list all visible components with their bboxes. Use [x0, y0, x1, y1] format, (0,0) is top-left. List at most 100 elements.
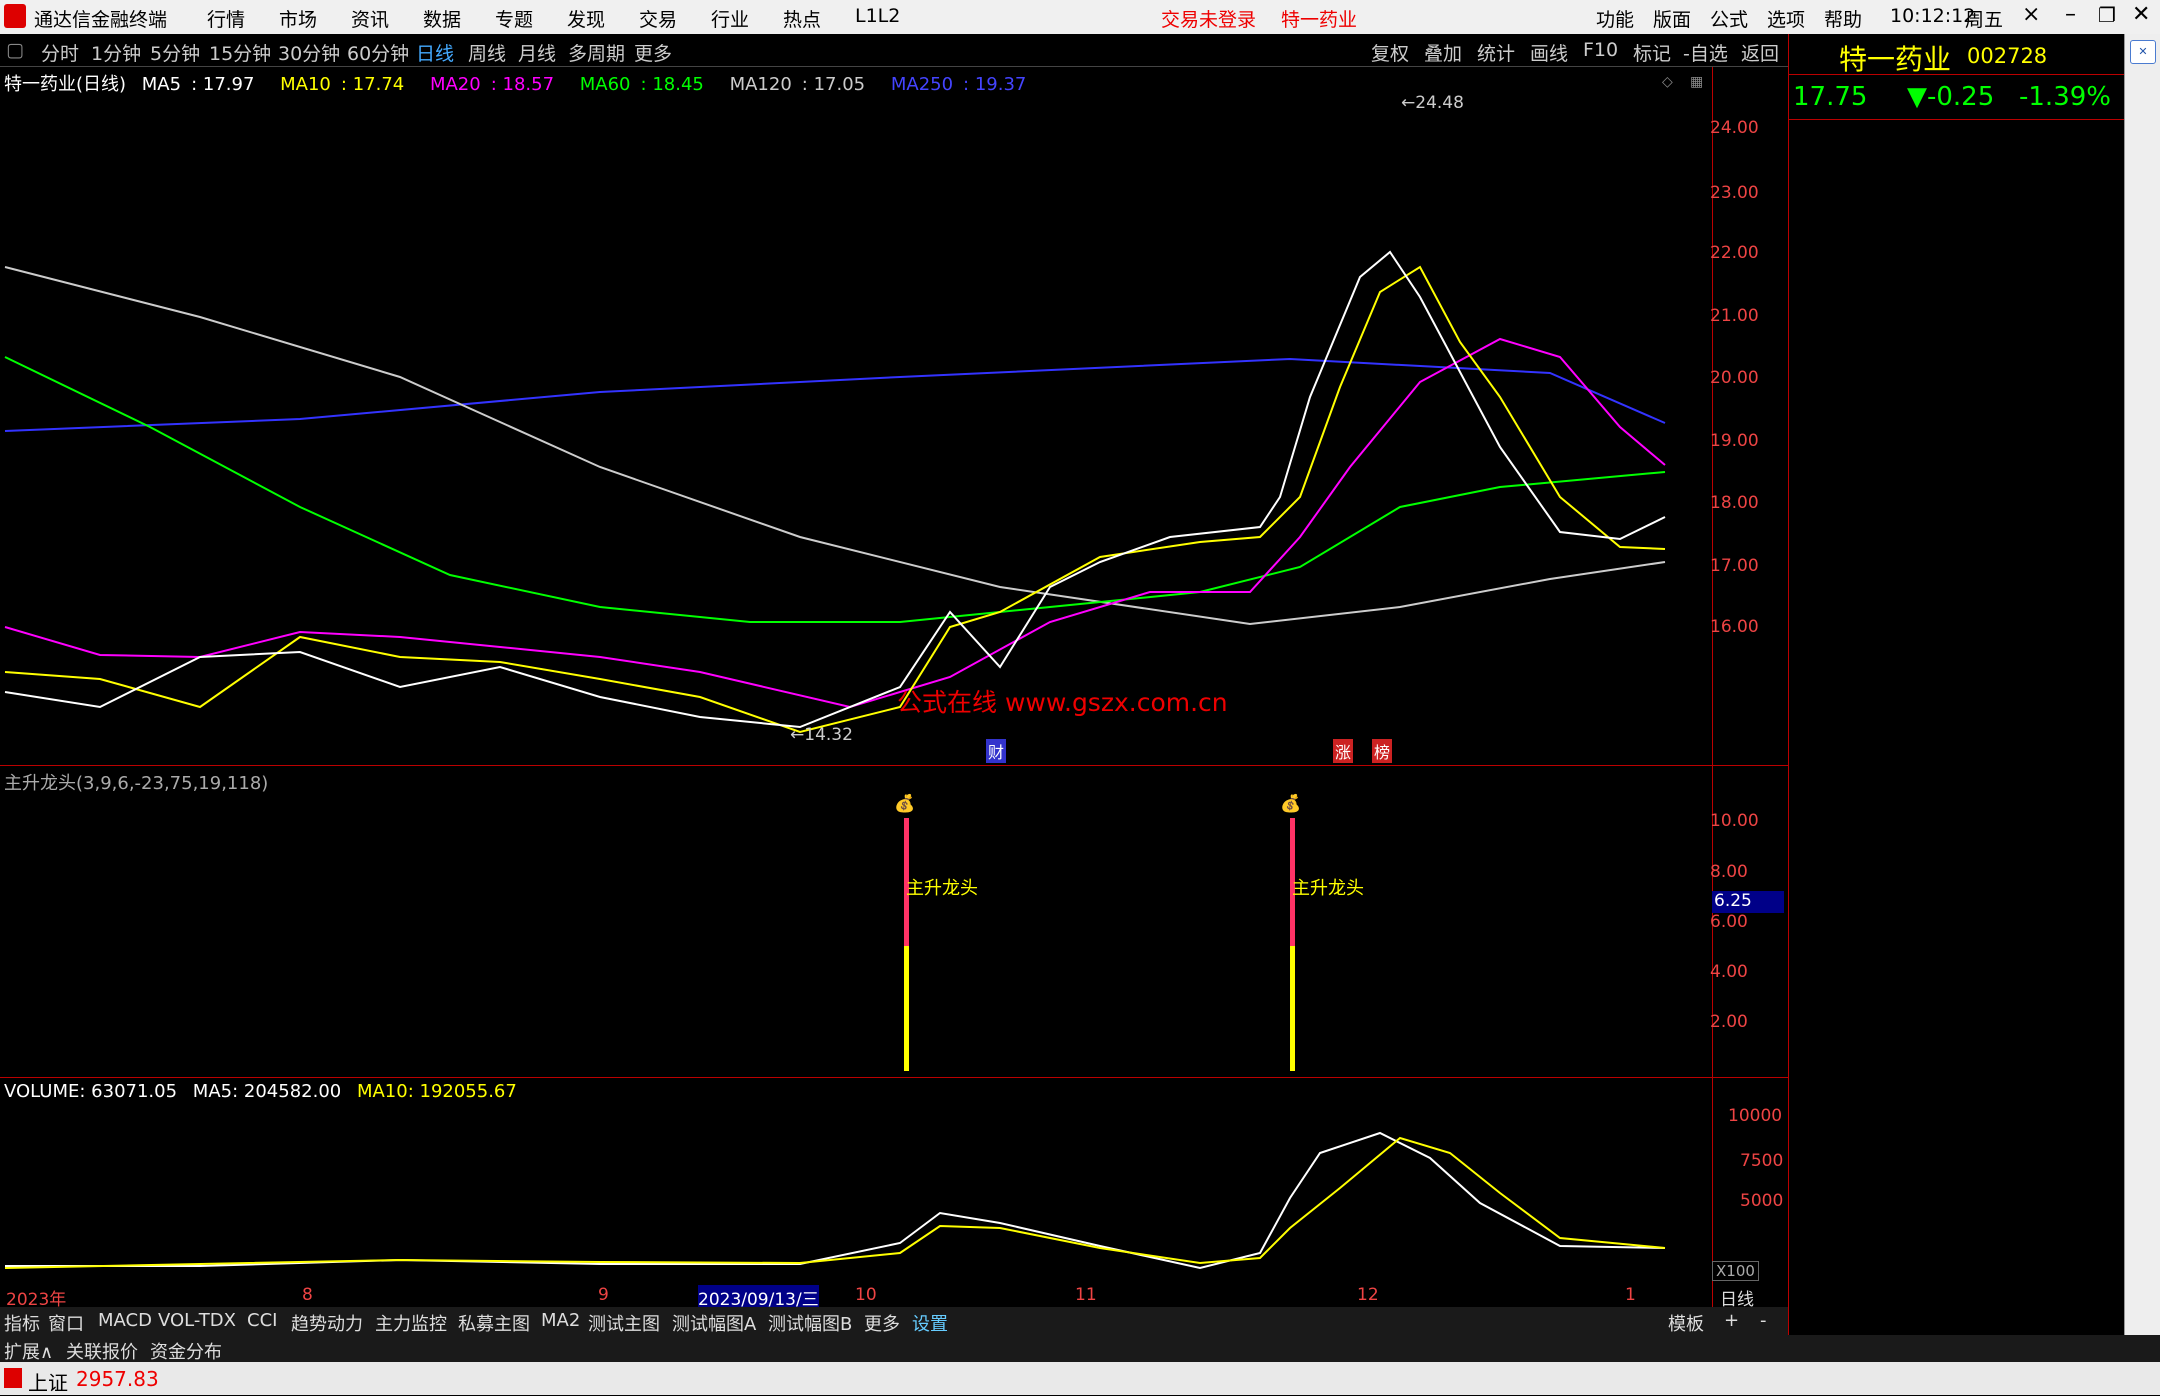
y-tick: 18.00 — [1710, 493, 1759, 513]
app-title: 通达信金融终端 — [34, 9, 168, 31]
period-tick[interactable]: 分时 — [41, 39, 79, 66]
period-weekly[interactable]: 周线 — [468, 39, 506, 66]
restore-window-icon[interactable]: ❐ — [2098, 3, 2116, 27]
volume-unit: X100 — [1712, 1261, 1759, 1281]
quote-pct: -1.39% — [2019, 82, 2111, 112]
period-5min[interactable]: 5分钟 — [150, 39, 200, 66]
app-logo-icon — [4, 4, 26, 28]
marker-rank[interactable]: 榜 — [1372, 739, 1393, 763]
tab-test-main[interactable]: 测试主图 — [588, 1310, 660, 1336]
ma250-line — [4, 357, 1666, 432]
info-tabs: 扩展∧ 关联报价 资金分布 — [0, 1335, 2160, 1364]
tab-private-main[interactable]: 私募主图 — [458, 1310, 530, 1336]
title-bar: 通达信金融终端 行情 市场 资讯 数据 专题 发现 交易 行业 热点 L1L2 … — [0, 0, 2160, 34]
tab-remove[interactable]: - — [1760, 1310, 1767, 1331]
action-stats[interactable]: 统计 — [1477, 39, 1515, 66]
menu-news[interactable]: 资讯 — [351, 5, 389, 32]
trade-status[interactable]: 交易未登录 — [1161, 5, 1256, 32]
menu-industry[interactable]: 行业 — [711, 5, 749, 32]
tab-add[interactable]: + — [1724, 1310, 1739, 1331]
tab-cci[interactable]: CCI — [247, 1310, 277, 1331]
menu-market[interactable]: 市场 — [279, 5, 317, 32]
signal-label: 主升龙头 — [1292, 878, 1364, 899]
menu-data[interactable]: 数据 — [423, 5, 461, 32]
index-sh-value: 2957.83 — [76, 1367, 159, 1391]
tab-more[interactable]: 更多 — [864, 1310, 900, 1336]
price-chart[interactable]: 特一药业(日线) MA5: 17.97 MA10: 17.74 MA20: 18… — [0, 67, 1788, 765]
tab-macd[interactable]: MACD — [98, 1310, 152, 1331]
minimize-window-icon[interactable]: – — [2065, 2, 2076, 27]
indicator-canvas — [904, 818, 1295, 1071]
action-watchlist[interactable]: -自选 — [1683, 39, 1728, 66]
signal-label: 主升龙头 — [906, 878, 978, 899]
period-15min[interactable]: 15分钟 — [209, 39, 271, 66]
volume-pane[interactable]: VOLUME: 63071.05 MA5: 204582.00 MA10: 19… — [0, 1077, 1788, 1308]
index-sh-name[interactable]: 上证 — [28, 1367, 68, 1396]
tab-vol-tdx[interactable]: VOL-TDX — [158, 1310, 236, 1331]
menu-layout[interactable]: 版面 — [1653, 5, 1691, 32]
menu-hot[interactable]: 热点 — [783, 5, 821, 32]
ma120-line — [4, 266, 1666, 626]
menu-function[interactable]: 功能 — [1596, 5, 1634, 32]
tab-trend-power[interactable]: 趋势动力 — [291, 1310, 363, 1336]
y-tick: 21.00 — [1710, 306, 1759, 326]
indicator-current-value: 6.25 — [1712, 891, 1784, 913]
period-1min[interactable]: 1分钟 — [91, 39, 141, 66]
y-tick: 10000 — [1728, 1106, 1783, 1126]
tab-fund-distribution[interactable]: 资金分布 — [150, 1338, 222, 1364]
action-back[interactable]: 返回 — [1741, 39, 1779, 66]
price-chart-canvas — [4, 250, 1666, 734]
date-label: 9 — [598, 1285, 609, 1305]
action-draw[interactable]: 画线 — [1530, 39, 1568, 66]
chart-diamond-icon[interactable]: ◇ — [1662, 74, 1673, 90]
high-price-label: ←24.48 — [1401, 93, 1464, 113]
menu-l1l2[interactable]: L1L2 — [855, 5, 900, 27]
chart-grid-icon[interactable]: ▦ — [1690, 74, 1703, 90]
y-tick: 19.00 — [1710, 431, 1759, 451]
marker-finance[interactable]: 财 — [986, 739, 1007, 763]
y-tick: 4.00 — [1710, 962, 1748, 982]
tab-test-sub-b[interactable]: 测试幅图B — [768, 1310, 852, 1336]
menu-discover[interactable]: 发现 — [567, 5, 605, 32]
tab-template[interactable]: 模板 — [1668, 1310, 1704, 1336]
period-30min[interactable]: 30分钟 — [278, 39, 340, 66]
menu-quote[interactable]: 行情 — [207, 5, 245, 32]
period-more[interactable]: 更多 — [634, 39, 672, 66]
period-daily[interactable]: 日线 — [416, 39, 454, 66]
menu-trade[interactable]: 交易 — [639, 5, 677, 32]
menu-formula[interactable]: 公式 — [1710, 5, 1748, 32]
date-label: 1 — [1625, 1285, 1636, 1305]
tab-window[interactable]: 窗口 — [48, 1310, 84, 1336]
ma60-line — [4, 356, 1666, 623]
close-window-icon[interactable]: ✕ — [2132, 2, 2150, 27]
period-60min[interactable]: 60分钟 — [347, 39, 409, 66]
minimize-icon[interactable]: ⨯ — [2022, 2, 2040, 27]
title-stock-name: 特一药业 — [1281, 9, 1358, 31]
action-f10[interactable]: F10 — [1583, 39, 1618, 61]
period-monthly[interactable]: 月线 — [518, 39, 556, 66]
close-panel-icon[interactable]: ✕ — [2130, 40, 2156, 64]
period-multi[interactable]: 多周期 — [568, 39, 625, 66]
indicator-pane[interactable]: 主升龙头(3,9,6,-23,75,19,118) 10.00 8.00 6.0… — [0, 765, 1788, 1078]
clock-weekday: 周五 — [1965, 9, 2004, 31]
action-mark[interactable]: 标记 — [1633, 39, 1671, 66]
menu-help[interactable]: 帮助 — [1824, 5, 1862, 32]
tab-main-monitor[interactable]: 主力监控 — [375, 1310, 447, 1336]
tab-related-quotes[interactable]: 关联报价 — [66, 1338, 138, 1364]
tab-settings[interactable]: 设置 — [912, 1310, 948, 1336]
tab-indicator[interactable]: 指标 — [4, 1310, 40, 1336]
toolbar-arrow-icon[interactable]: ▢ — [6, 39, 24, 61]
low-price-label: ←14.32 — [790, 725, 853, 745]
menu-options[interactable]: 选项 — [1767, 5, 1805, 32]
tab-ma2[interactable]: MA2 — [541, 1310, 580, 1331]
y-tick: 16.00 — [1710, 617, 1759, 637]
tab-expand[interactable]: 扩展∧ — [4, 1338, 53, 1364]
tab-test-sub-a[interactable]: 测试幅图A — [672, 1310, 756, 1336]
y-tick: 2.00 — [1710, 1012, 1748, 1032]
action-overlay[interactable]: 叠加 — [1424, 39, 1462, 66]
date-label: 8 — [302, 1285, 313, 1305]
marker-limitup[interactable]: 涨 — [1333, 739, 1354, 763]
action-adjust[interactable]: 复权 — [1371, 39, 1409, 66]
menu-topic[interactable]: 专题 — [495, 5, 533, 32]
quote-price: 17.75 — [1793, 82, 1868, 112]
